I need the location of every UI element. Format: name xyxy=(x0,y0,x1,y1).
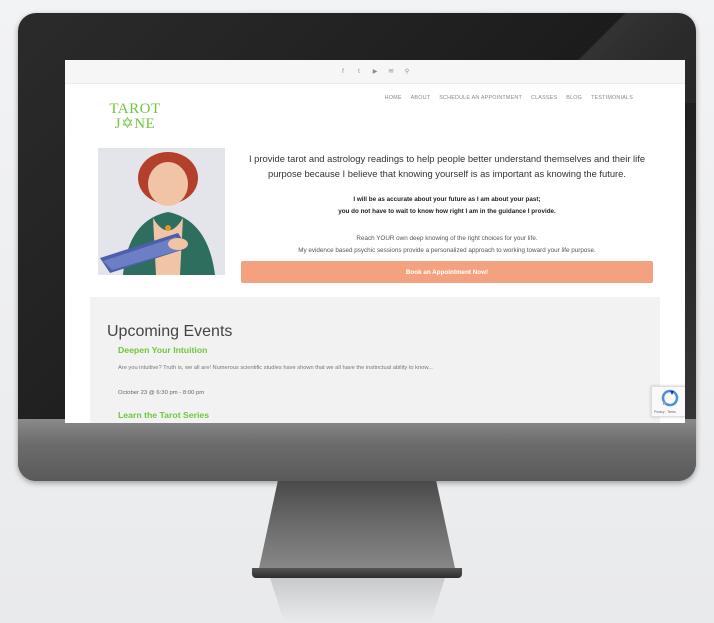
event-date-1: October 23 @ 6:30 pm - 8:00 pm xyxy=(118,390,205,396)
nav-about[interactable]: ABOUT xyxy=(411,95,431,101)
accuracy-statement: I will be as accurate about your future … xyxy=(243,194,651,218)
youtube-icon[interactable]: ▶ xyxy=(371,68,379,76)
reach-statement: Reach YOUR own deep knowing of the right… xyxy=(243,233,651,257)
nav-classes[interactable]: CLASSES xyxy=(531,95,557,101)
nav-testimonials[interactable]: TESTIMONIALS xyxy=(591,95,633,101)
accuracy-line-1: I will be as accurate about your future … xyxy=(353,196,541,203)
recaptcha-icon xyxy=(661,389,679,407)
search-icon[interactable]: ⚲ xyxy=(403,68,411,76)
book-appointment-button[interactable]: Book an Appointment Now! xyxy=(241,261,653,283)
monitor-stand-neck xyxy=(258,481,456,573)
events-heading: Upcoming Events xyxy=(107,323,233,340)
recaptcha-links[interactable]: Privacy - Terms xyxy=(654,410,676,414)
nav-blog[interactable]: BLOG xyxy=(566,95,582,101)
logo-line-2: J✡NE xyxy=(114,116,156,132)
site-logo[interactable]: TAROT J✡NE xyxy=(105,102,165,136)
social-bar: f t ▶ ✉ ⚲ xyxy=(65,60,685,84)
intro-text: I provide tarot and astrology readings t… xyxy=(248,153,646,179)
upcoming-events-section: Upcoming Events Deepen Your Intuition Ar… xyxy=(90,297,660,423)
portrait-photo xyxy=(98,148,225,275)
screen: f t ▶ ✉ ⚲ TAROT J✡NE HOME ABOUT SCHEDULE… xyxy=(65,60,685,423)
twitter-icon[interactable]: t xyxy=(355,68,363,76)
event-description-1: Are you intuitive? Truth is, we all are!… xyxy=(118,365,433,371)
monitor-chin xyxy=(18,419,696,481)
event-title-2[interactable]: Learn the Tarot Series xyxy=(118,410,209,420)
facebook-icon[interactable]: f xyxy=(339,68,347,76)
main-nav: HOME ABOUT SCHEDULE AN APPOINTMENT CLASS… xyxy=(385,95,633,101)
nav-schedule[interactable]: SCHEDULE AN APPOINTMENT xyxy=(439,95,522,101)
reach-line-2: My evidence based psychic sessions provi… xyxy=(298,247,596,254)
mail-icon[interactable]: ✉ xyxy=(387,68,395,76)
recaptcha-badge[interactable]: Privacy - Terms xyxy=(651,386,685,417)
logo-line-1: TAROT xyxy=(109,101,161,117)
nav-home[interactable]: HOME xyxy=(385,95,402,101)
event-title-1[interactable]: Deepen Your Intuition xyxy=(118,345,207,355)
monitor-frame: f t ▶ ✉ ⚲ TAROT J✡NE HOME ABOUT SCHEDULE… xyxy=(18,13,696,481)
accuracy-line-2: you do not have to wait to know how righ… xyxy=(338,208,556,215)
stand-reflection xyxy=(270,578,445,622)
monitor-stand-base xyxy=(252,568,462,578)
reach-line-1: Reach YOUR own deep knowing of the right… xyxy=(356,235,538,242)
